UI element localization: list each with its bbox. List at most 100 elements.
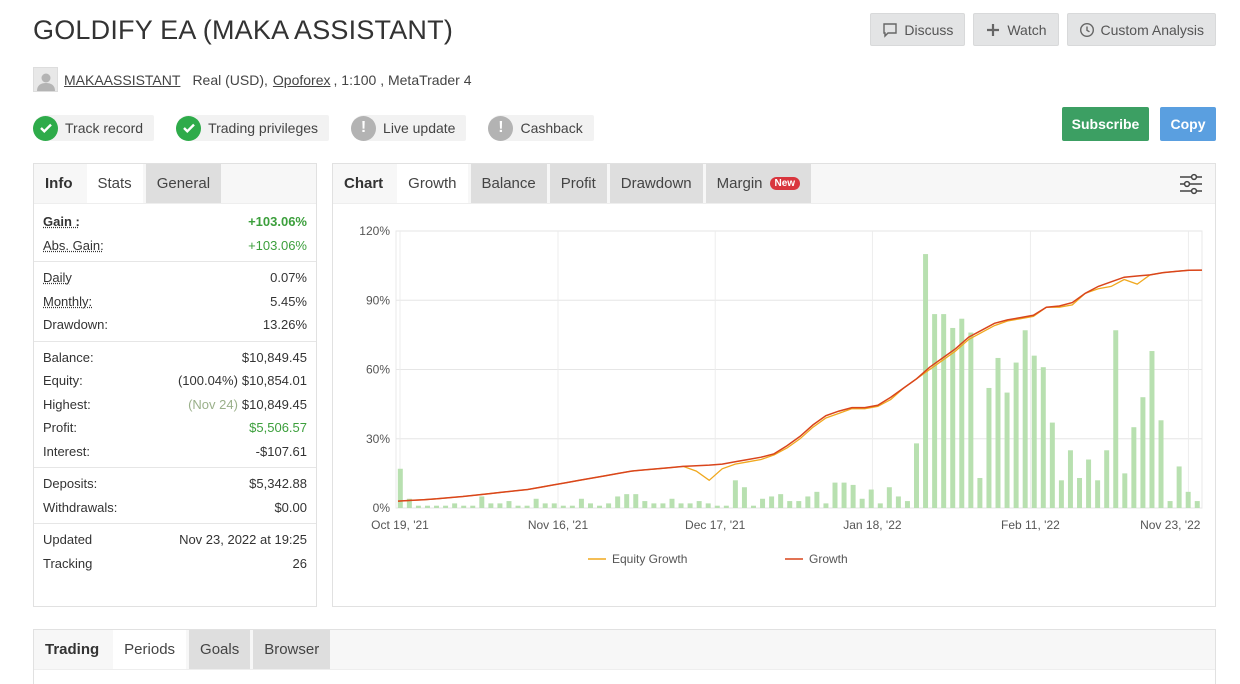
bar [941, 314, 946, 508]
trading-label: Trading [34, 630, 110, 669]
stat-value: 26 [293, 556, 307, 571]
bar [751, 506, 756, 508]
watch-button[interactable]: Watch [973, 13, 1058, 46]
divider [34, 523, 316, 524]
bar [416, 506, 421, 508]
broker-link[interactable]: Opoforex [273, 72, 331, 88]
plus-icon [985, 22, 1001, 38]
bar [1023, 330, 1028, 508]
bar [842, 483, 847, 508]
bar [1159, 420, 1164, 508]
stat-value: 13.26% [263, 317, 307, 332]
settings-sliders-icon[interactable] [1179, 173, 1203, 195]
badge-label: Trading privileges [208, 120, 318, 136]
info-tabbar: Info Stats General [34, 164, 316, 204]
bar [1122, 473, 1127, 508]
tab-goals[interactable]: Goals [189, 630, 250, 669]
info-panel: Info Stats General Gain : +103.06% Abs. G… [33, 163, 317, 607]
tab-balance[interactable]: Balance [471, 164, 547, 203]
user-link[interactable]: MAKAASSISTANT [64, 72, 180, 88]
x-tick-label: Nov 23, '22 [1140, 518, 1201, 532]
stat-tracking: Tracking 26 [43, 552, 307, 576]
stat-value: $0.00 [274, 500, 307, 515]
chart-label: Chart [333, 164, 394, 203]
tab-general[interactable]: General [146, 164, 221, 203]
stat-value: +103.06% [248, 238, 307, 253]
x-tick-label: Feb 11, '22 [1001, 518, 1060, 532]
bar [760, 499, 765, 508]
bar [497, 503, 502, 508]
legend-label: Equity Growth [612, 552, 687, 566]
bar [534, 499, 539, 508]
bar [697, 501, 702, 508]
badge-track-record[interactable]: Track record [33, 115, 154, 141]
tab-profit[interactable]: Profit [550, 164, 607, 203]
bar [706, 503, 711, 508]
subscribe-button[interactable]: Subscribe [1062, 107, 1149, 141]
badge-label: Track record [65, 120, 143, 136]
discuss-button[interactable]: Discuss [870, 13, 965, 46]
copy-button[interactable]: Copy [1160, 107, 1216, 141]
discuss-label: Discuss [904, 22, 953, 38]
tab-periods[interactable]: Periods [113, 630, 186, 669]
chart-panel: Chart Growth Balance Profit Drawdown Mar… [332, 163, 1216, 607]
badge-live-update[interactable]: ! Live update [351, 115, 466, 141]
info-label: Info [34, 164, 84, 203]
bar [1077, 478, 1082, 508]
divider [34, 467, 316, 468]
verification-badges: Track record Trading privileges ! Live u… [33, 115, 594, 141]
bar [823, 503, 828, 508]
stat-key[interactable]: Abs. Gain: [43, 238, 104, 253]
bar [461, 506, 466, 508]
stat-value: -$107.61 [256, 444, 307, 459]
check-icon [33, 116, 58, 141]
stat-profit: Profit: $5,506.57 [43, 416, 307, 440]
tab-drawdown[interactable]: Drawdown [610, 164, 703, 203]
bar [778, 494, 783, 508]
page-title: GOLDIFY EA (MAKA ASSISTANT) [33, 15, 453, 46]
bar [769, 496, 774, 508]
badge-cashback[interactable]: ! Cashback [488, 115, 593, 141]
exclamation-icon: ! [351, 116, 376, 141]
trading-tabbar: Trading Periods Goals Browser [34, 630, 1215, 670]
badge-label: Cashback [520, 120, 582, 136]
stat-key: Highest: [43, 397, 91, 412]
stat-deposits: Deposits: $5,342.88 [43, 472, 307, 496]
stat-key: Profit: [43, 420, 77, 435]
bar [443, 506, 448, 508]
bar [860, 499, 865, 508]
bar [1086, 460, 1091, 508]
stat-key: Updated [43, 532, 92, 547]
tab-browser[interactable]: Browser [253, 630, 330, 669]
divider [34, 341, 316, 342]
tab-stats[interactable]: Stats [87, 164, 143, 203]
account-type: Real (USD), [192, 72, 267, 88]
tab-margin[interactable]: Margin New [706, 164, 811, 203]
bar [561, 506, 566, 508]
bar [1186, 492, 1191, 508]
x-tick-label: Oct 19, '21 [371, 518, 429, 532]
stat-key[interactable]: Monthly: [43, 294, 92, 309]
stat-key: Deposits: [43, 476, 97, 491]
avatar [33, 67, 58, 92]
x-tick-label: Dec 17, '21 [685, 518, 746, 532]
y-tick-label: 0% [373, 501, 391, 515]
badge-trading-privileges[interactable]: Trading privileges [176, 115, 329, 141]
custom-analysis-button[interactable]: Custom Analysis [1067, 13, 1216, 46]
bar [1131, 427, 1136, 508]
stat-value: $5,342.88 [249, 476, 307, 491]
bar [878, 503, 883, 508]
stat-key[interactable]: Daily [43, 270, 72, 285]
bar [996, 358, 1001, 508]
bar [1168, 501, 1173, 508]
bar [606, 503, 611, 508]
stat-abs-gain: Abs. Gain: +103.06% [43, 234, 307, 258]
bar [597, 506, 602, 508]
bar [896, 496, 901, 508]
stat-key[interactable]: Gain : [43, 214, 80, 229]
bar [488, 503, 493, 508]
tab-growth[interactable]: Growth [397, 164, 467, 203]
bar [434, 506, 439, 508]
bar [669, 499, 674, 508]
bar [1014, 363, 1019, 508]
